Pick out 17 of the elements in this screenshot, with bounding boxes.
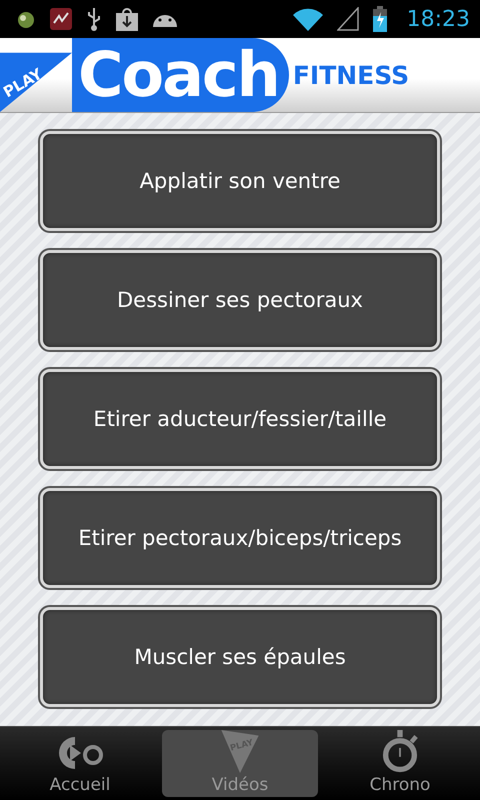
app-notification-icon xyxy=(16,9,36,29)
signal-icon xyxy=(336,7,359,31)
clock: 18:23 xyxy=(406,6,470,32)
download-icon xyxy=(116,7,138,31)
wifi-icon xyxy=(292,7,323,31)
nav-tab[interactable]: Accueil xyxy=(2,730,158,797)
nav-tab[interactable]: Chrono xyxy=(322,730,478,797)
exercise-button[interactable]: Applatir son ventre xyxy=(40,131,440,231)
chart-notification-icon xyxy=(50,8,72,30)
usb-icon xyxy=(86,6,102,32)
exercise-button[interactable]: Dessiner ses pectoraux xyxy=(40,250,440,350)
exercise-button[interactable]: Etirer pectoraux/biceps/triceps xyxy=(40,488,440,588)
exercise-button[interactable]: Muscler ses épaules xyxy=(40,607,440,707)
logo-subtitle: FITNESS xyxy=(292,60,410,90)
exercise-button[interactable]: Etirer aducteur/fessier/taille xyxy=(40,369,440,469)
battery-icon xyxy=(372,6,387,32)
logo-title: Coach xyxy=(78,44,279,106)
